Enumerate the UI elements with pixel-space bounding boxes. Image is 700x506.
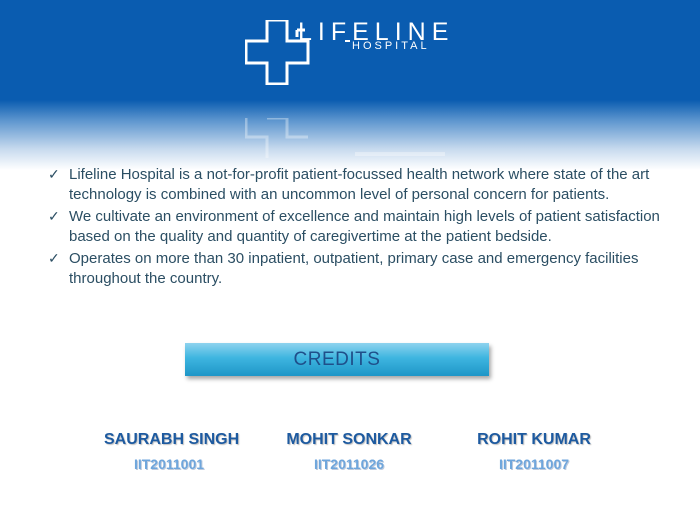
person-name: MOHIT SONKAR bbox=[286, 431, 412, 448]
list-item: ✓ We cultivate an environment of excelle… bbox=[48, 207, 668, 247]
person-id: IIT2011026 bbox=[313, 456, 385, 472]
person-id: IIT2011001 bbox=[133, 456, 205, 472]
checkmark-icon: ✓ bbox=[48, 166, 60, 182]
credits-button[interactable]: CREDITS bbox=[185, 343, 489, 376]
list-item: ✓ Lifeline Hospital is a not-for-profit … bbox=[48, 165, 668, 205]
person-id: IIT2011007 bbox=[498, 456, 570, 472]
credits-label: CREDITS bbox=[293, 348, 381, 370]
credit-person: MOHIT SONKAR IIT2011026 bbox=[284, 431, 414, 472]
bullet-text: Operates on more than 30 inpatient, outp… bbox=[69, 250, 639, 287]
info-list: ✓ Lifeline Hospital is a not-for-profit … bbox=[48, 165, 668, 291]
checkmark-icon: ✓ bbox=[48, 208, 60, 224]
checkmark-icon: ✓ bbox=[48, 250, 60, 266]
person-name: ROHIT KUMAR bbox=[477, 431, 591, 448]
bullet-text: We cultivate an environment of excellenc… bbox=[69, 208, 660, 245]
bullet-text: Lifeline Hospital is a not-for-profit pa… bbox=[69, 166, 650, 203]
person-name: SAURABH SINGH bbox=[104, 431, 240, 448]
logo-subtitle: HOSPITAL bbox=[352, 40, 430, 52]
credit-person: ROHIT KUMAR IIT2011007 bbox=[469, 431, 599, 472]
logo-reflection-icon bbox=[245, 118, 445, 158]
list-item: ✓ Operates on more than 30 inpatient, ou… bbox=[48, 249, 668, 289]
credit-person: SAURABH SINGH IIT2011001 bbox=[104, 431, 240, 472]
